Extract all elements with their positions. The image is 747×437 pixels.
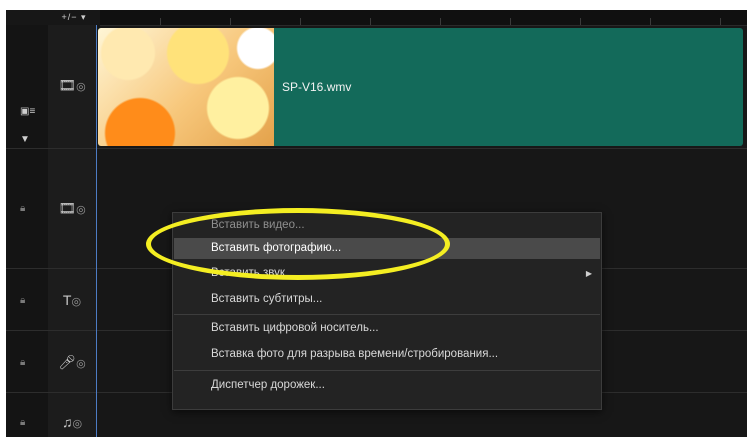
menu-item-insert-audio[interactable]: Вставить звук ▶ [174,263,600,284]
add-remove-track-button[interactable]: +/− ▾ [52,10,96,25]
menu-item-insert-video[interactable]: Вставить видео... [174,215,600,236]
overlay-track-icon[interactable]: 🎞︎◎ [48,200,96,217]
menu-item-insert-photo[interactable]: Вставить фотографию... [174,238,600,259]
menu-item-track-manager[interactable]: Диспетчер дорожек... [174,375,600,396]
title-track-icon[interactable]: T◎ [48,292,96,308]
context-menu: Вставить видео... Вставить фотографию...… [172,212,602,410]
clip-name: SP-V16.wmv [282,80,352,94]
voice-track-icon[interactable]: 🎤︎◎ [48,354,96,371]
lock-icon[interactable]: 🔒︎ [20,417,25,428]
track-controls-column [6,25,49,437]
video-clip[interactable]: SP-V16.wmv [98,28,743,146]
menu-separator [174,314,600,315]
track-divider [6,148,747,149]
lock-icon[interactable]: 🔒︎ [20,357,25,368]
timeline-panel: +/− ▾ ▣≡ ▼ 🔒︎ 🔒︎ 🔒︎ 🔒︎ 🎞︎◎ 🎞︎◎ T◎ 🎤︎◎ ♫◎… [6,10,747,437]
music-track-icon[interactable]: ♫◎ [48,414,96,430]
ripple-editing-icon[interactable]: ▣≡ [20,106,35,117]
submenu-arrow-icon: ▶ [585,269,592,278]
menu-item-insert-subtitles[interactable]: Вставить субтитры... [174,289,600,310]
lock-icon[interactable]: 🔒︎ [20,203,25,214]
playhead[interactable] [96,25,97,437]
clip-thumbnail [98,28,274,146]
menu-separator [174,370,600,371]
lock-icon[interactable]: 🔒︎ [20,295,25,306]
menu-item-insert-digital-media[interactable]: Вставить цифровой носитель... [174,318,600,339]
menu-item-insert-timelapse-photo[interactable]: Вставка фото для разрыва времени/стробир… [174,344,600,365]
menu-item-label: Вставить звук [211,267,285,279]
chevron-down-icon[interactable]: ▼ [20,134,30,145]
time-ruler[interactable] [100,10,747,26]
video-track-icon[interactable]: 🎞︎◎ [48,77,96,94]
